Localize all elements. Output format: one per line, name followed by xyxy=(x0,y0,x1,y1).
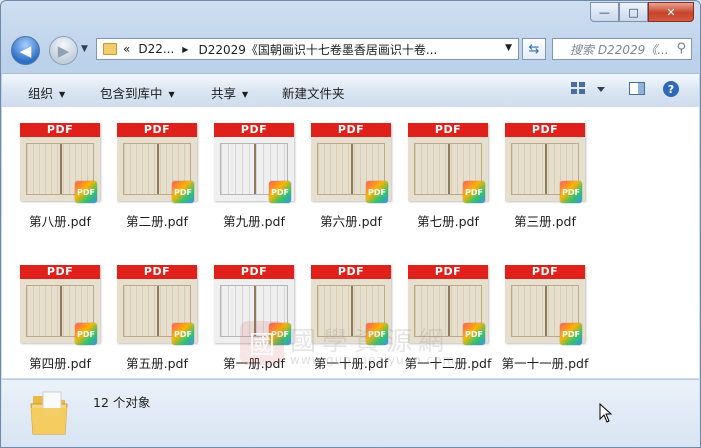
maximize-button[interactable]: □ xyxy=(619,2,648,22)
pdf-app-icon: PDF xyxy=(172,323,194,345)
chevron-down-icon: ▼ xyxy=(242,90,249,99)
pdf-app-icon: PDF xyxy=(269,181,291,203)
file-name: 第六册.pdf xyxy=(320,214,382,229)
navigation-bar: ◀ ▶ ▼ « D22... ▶ D22029《国朝画识十七卷墨香居画识十卷..… xyxy=(7,35,694,65)
file-list-pane[interactable]: PDF PDF 第八册.pdf PDF PDF 第二册.pdf PDF PDF 第九册.pdf P… xyxy=(2,107,699,378)
item-count: 12 个对象 xyxy=(93,395,151,410)
arrow-left-icon: ◀ xyxy=(19,41,32,60)
svg-text:?: ? xyxy=(668,83,674,96)
pdf-app-icon: PDF xyxy=(75,323,97,345)
file-name: 第七册.pdf xyxy=(417,214,479,229)
command-bar: 组织 ▼ 包含到库中 ▼ 共享 ▼ 新建文件夹 ? xyxy=(2,73,699,108)
file-item[interactable]: PDF PDF 第五册.pdf xyxy=(109,259,205,379)
folder-icon xyxy=(103,43,117,55)
file-name: 第二册.pdf xyxy=(126,214,188,229)
watermark: 國 國學資源網 www.guoxueziyuan.com xyxy=(240,321,470,369)
help-icon: ? xyxy=(663,81,679,97)
pdf-app-icon: PDF xyxy=(75,181,97,203)
file-item[interactable]: PDF PDF 第八册.pdf xyxy=(12,117,108,237)
search-input[interactable]: 搜索 D22029《... ⚲ xyxy=(552,38,692,60)
details-pane: 12 个对象 xyxy=(2,379,699,447)
breadcrumb-separator-icon[interactable]: ▶ xyxy=(182,45,188,54)
pdf-band-label: PDF xyxy=(311,123,391,137)
pdf-app-icon: PDF xyxy=(172,181,194,203)
pdf-band-label: PDF xyxy=(117,265,197,279)
file-name: 第四册.pdf xyxy=(29,356,91,371)
organize-label: 组织 xyxy=(28,86,54,101)
search-icon: ⚲ xyxy=(676,41,686,56)
pdf-band-label: PDF xyxy=(20,265,100,279)
preview-pane-icon xyxy=(629,82,645,95)
recent-pages-dropdown-icon[interactable]: ▼ xyxy=(81,44,88,54)
folder-large-icon xyxy=(30,391,68,435)
file-name: 第九册.pdf xyxy=(223,214,285,229)
pdf-band-label: PDF xyxy=(214,265,294,279)
pdf-band-label: PDF xyxy=(505,123,585,137)
search-placeholder: 搜索 D22029《... xyxy=(570,42,669,57)
arrow-right-icon: ▶ xyxy=(57,41,70,60)
file-item[interactable]: PDF PDF 第一十一册.pdf xyxy=(497,259,593,379)
pdf-band-label: PDF xyxy=(408,123,488,137)
back-button[interactable]: ◀ xyxy=(11,36,40,65)
watermark-logo: 國 xyxy=(240,321,284,365)
address-bar[interactable]: « D22... ▶ D22029《国朝画识十七卷墨香居画识十卷... ▼ xyxy=(96,38,519,60)
pdf-band-label: PDF xyxy=(311,265,391,279)
share-menu[interactable]: 共享 ▼ xyxy=(211,83,248,102)
preview-pane-button[interactable] xyxy=(628,80,646,101)
file-name: 第三册.pdf xyxy=(514,214,576,229)
file-item[interactable]: PDF PDF 第七册.pdf xyxy=(400,117,496,237)
breadcrumb-item-current[interactable]: D22029《国朝画识十七卷墨香居画识十卷... xyxy=(198,41,437,58)
share-label: 共享 xyxy=(211,86,237,101)
pdf-band-label: PDF xyxy=(214,123,294,137)
new-folder-label: 新建文件夹 xyxy=(282,86,345,101)
pdf-band-label: PDF xyxy=(505,265,585,279)
file-item[interactable]: PDF PDF 第四册.pdf xyxy=(12,259,108,379)
mouse-cursor-icon xyxy=(599,403,613,423)
refresh-icon: ⇆ xyxy=(528,41,540,57)
file-name: 第一十一册.pdf xyxy=(501,356,589,371)
pdf-band-label: PDF xyxy=(117,123,197,137)
change-view-button[interactable] xyxy=(570,80,608,101)
close-button[interactable]: ✕ xyxy=(648,2,694,22)
file-name: 第五册.pdf xyxy=(126,356,188,371)
include-in-library-menu[interactable]: 包含到库中 ▼ xyxy=(100,83,175,102)
chevron-down-icon: ▼ xyxy=(168,90,175,99)
new-folder-button[interactable]: 新建文件夹 xyxy=(282,83,345,102)
pdf-band-label: PDF xyxy=(408,265,488,279)
file-name: 第八册.pdf xyxy=(29,214,91,229)
file-item[interactable]: PDF PDF 第九册.pdf xyxy=(206,117,302,237)
watermark-url: www.guoxueziyuan.com xyxy=(290,353,456,367)
breadcrumb-overflow[interactable]: « xyxy=(123,42,130,56)
organize-menu[interactable]: 组织 ▼ xyxy=(28,83,65,102)
window-controls: — □ ✕ xyxy=(590,2,694,22)
view-grid-icon xyxy=(571,82,605,94)
include-in-library-label: 包含到库中 xyxy=(100,86,163,101)
explorer-window: — □ ✕ ◀ ▶ ▼ « D22... ▶ D22029《国朝画识十七卷墨香居… xyxy=(0,0,701,448)
forward-button[interactable]: ▶ xyxy=(49,36,78,65)
refresh-button[interactable]: ⇆ xyxy=(522,38,546,60)
pdf-app-icon: PDF xyxy=(366,181,388,203)
pdf-app-icon: PDF xyxy=(560,323,582,345)
pdf-app-icon: PDF xyxy=(560,181,582,203)
address-dropdown-icon[interactable]: ▼ xyxy=(505,43,512,53)
minimize-button[interactable]: — xyxy=(590,2,619,22)
file-item[interactable]: PDF PDF 第六册.pdf xyxy=(303,117,399,237)
pdf-band-label: PDF xyxy=(20,123,100,137)
file-item[interactable]: PDF PDF 第三册.pdf xyxy=(497,117,593,237)
chevron-down-icon: ▼ xyxy=(59,90,66,99)
file-item[interactable]: PDF PDF 第二册.pdf xyxy=(109,117,205,237)
pdf-app-icon: PDF xyxy=(463,181,485,203)
breadcrumb-item-parent[interactable]: D22... xyxy=(138,42,174,56)
help-button[interactable]: ? xyxy=(662,80,680,101)
